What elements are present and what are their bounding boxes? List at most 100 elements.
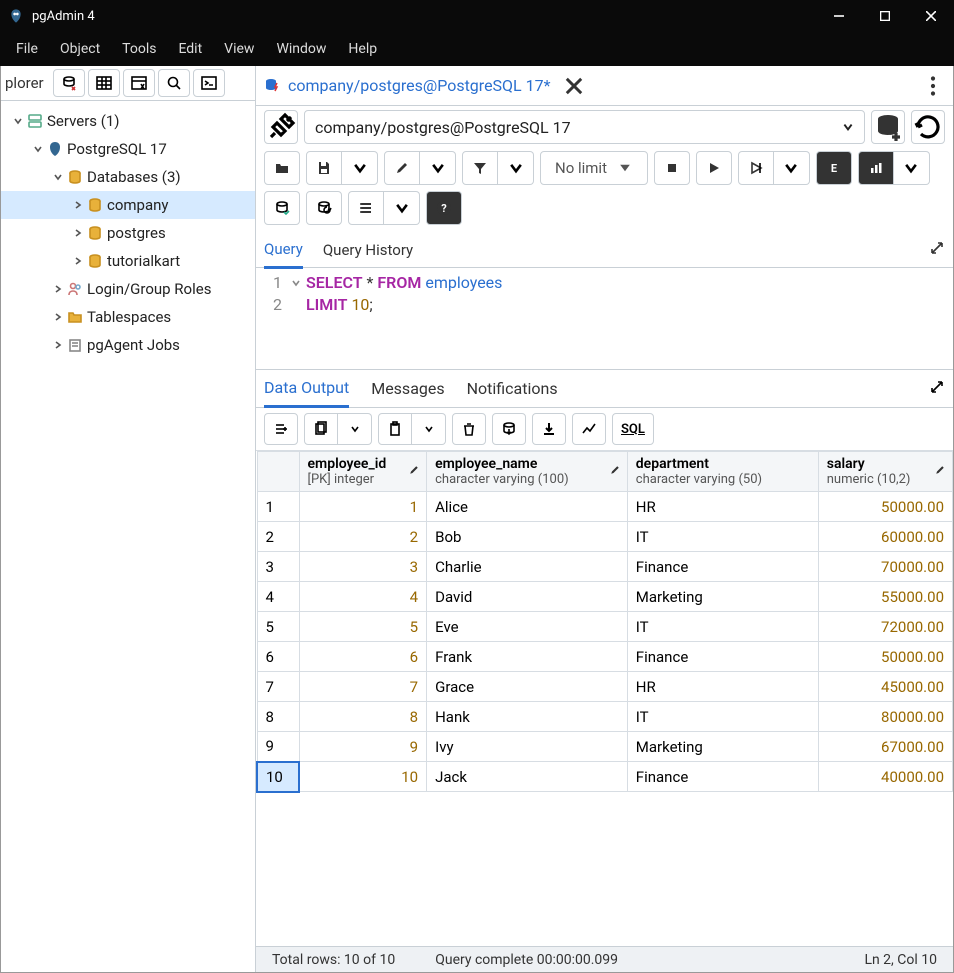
row-number[interactable]: 4 <box>257 582 299 612</box>
data-grid[interactable]: employee_id[PK] integer employee_namecha… <box>256 451 953 946</box>
cell-employee-name[interactable]: Eve <box>427 612 628 642</box>
corner-cell[interactable] <box>257 452 299 492</box>
save-button[interactable] <box>306 151 342 185</box>
paste-dropdown[interactable] <box>412 413 446 445</box>
tab-notifications[interactable]: Notifications <box>467 371 558 406</box>
cell-salary[interactable]: 67000.00 <box>818 732 952 762</box>
menu-object[interactable]: Object <box>50 37 110 61</box>
menu-help[interactable]: Help <box>338 37 387 61</box>
download-button[interactable] <box>532 413 566 445</box>
cell-employee-id[interactable]: 3 <box>299 552 427 582</box>
tab-query[interactable]: Query <box>264 232 303 269</box>
row-number[interactable]: 5 <box>257 612 299 642</box>
cell-department[interactable]: IT <box>627 612 818 642</box>
object-tree[interactable]: Servers (1) PostgreSQL 17 Databases (3) … <box>1 101 255 972</box>
save-dropdown[interactable] <box>342 151 378 185</box>
cell-salary[interactable]: 60000.00 <box>818 522 952 552</box>
expand-editor-button[interactable] <box>929 240 945 260</box>
cell-department[interactable]: Finance <box>627 552 818 582</box>
table-row[interactable]: 88HankIT80000.00 <box>257 702 953 732</box>
cell-salary[interactable]: 50000.00 <box>818 642 952 672</box>
table-row[interactable]: 22BobIT60000.00 <box>257 522 953 552</box>
col-department[interactable]: departmentcharacter varying (50) <box>627 452 818 492</box>
cell-employee-name[interactable]: Jack <box>427 762 628 792</box>
maximize-button[interactable] <box>862 0 908 32</box>
cell-employee-id[interactable]: 1 <box>299 492 427 522</box>
delete-row-button[interactable] <box>452 413 486 445</box>
row-number[interactable]: 1 <box>257 492 299 522</box>
tree-tablespaces[interactable]: Tablespaces <box>1 303 255 331</box>
chart-button[interactable] <box>858 151 894 185</box>
query-tool-button[interactable] <box>53 69 85 97</box>
pencil-icon[interactable] <box>934 464 946 480</box>
save-data-button[interactable] <box>492 413 526 445</box>
close-button[interactable] <box>908 0 954 32</box>
tree-postgresql[interactable]: PostgreSQL 17 <box>1 135 255 163</box>
col-salary[interactable]: salarynumeric (10,2) <box>818 452 952 492</box>
cell-employee-name[interactable]: Bob <box>427 522 628 552</box>
row-number[interactable]: 9 <box>257 732 299 762</box>
cell-department[interactable]: Finance <box>627 642 818 672</box>
col-employee-id[interactable]: employee_id[PK] integer <box>299 452 427 492</box>
filter-rows-button[interactable] <box>123 69 155 97</box>
copy-button[interactable] <box>304 413 338 445</box>
commit-button[interactable] <box>264 191 300 225</box>
cell-employee-name[interactable]: David <box>427 582 628 612</box>
cell-employee-id[interactable]: 6 <box>299 642 427 672</box>
tab-data-output[interactable]: Data Output <box>264 370 349 408</box>
chart-dropdown[interactable] <box>894 151 930 185</box>
cell-department[interactable]: IT <box>627 702 818 732</box>
rollback-button[interactable] <box>306 191 342 225</box>
row-number[interactable]: 3 <box>257 552 299 582</box>
cell-department[interactable]: HR <box>627 492 818 522</box>
menu-file[interactable]: File <box>6 37 48 61</box>
explain-analyze-button[interactable]: E <box>816 151 852 185</box>
reset-layout-button[interactable] <box>911 110 945 144</box>
search-objects-button[interactable] <box>158 69 190 97</box>
cell-salary[interactable]: 50000.00 <box>818 492 952 522</box>
tree-databases[interactable]: Databases (3) <box>1 163 255 191</box>
chevron-down-icon[interactable] <box>291 278 301 288</box>
cell-employee-name[interactable]: Grace <box>427 672 628 702</box>
menu-view[interactable]: View <box>214 37 264 61</box>
row-number[interactable]: 7 <box>257 672 299 702</box>
help-button[interactable]: ? <box>426 191 462 225</box>
table-row[interactable]: 33CharlieFinance70000.00 <box>257 552 953 582</box>
cell-employee-name[interactable]: Alice <box>427 492 628 522</box>
row-number[interactable]: 2 <box>257 522 299 552</box>
table-row[interactable]: 1010JackFinance40000.00 <box>257 762 953 792</box>
cell-salary[interactable]: 80000.00 <box>818 702 952 732</box>
cell-department[interactable]: Finance <box>627 762 818 792</box>
menu-window[interactable]: Window <box>266 37 336 61</box>
cell-department[interactable]: HR <box>627 672 818 702</box>
graph-visualizer-button[interactable] <box>572 413 606 445</box>
copy-dropdown[interactable] <box>338 413 372 445</box>
connection-status-button[interactable] <box>264 110 298 144</box>
sql-editor[interactable]: 1 2 SELECT * FROM employees LIMIT 10; <box>256 268 953 370</box>
menu-tools[interactable]: Tools <box>112 37 166 61</box>
cell-employee-id[interactable]: 5 <box>299 612 427 642</box>
tab-query-history[interactable]: Query History <box>323 233 413 267</box>
table-row[interactable]: 44DavidMarketing55000.00 <box>257 582 953 612</box>
stop-button[interactable] <box>654 151 690 185</box>
macros-dropdown[interactable] <box>384 191 420 225</box>
minimize-button[interactable] <box>816 0 862 32</box>
cell-employee-id[interactable]: 8 <box>299 702 427 732</box>
cell-employee-id[interactable]: 9 <box>299 732 427 762</box>
cell-salary[interactable]: 45000.00 <box>818 672 952 702</box>
connection-select[interactable]: company/postgres@PostgreSQL 17 <box>304 110 865 144</box>
tab-messages[interactable]: Messages <box>371 371 444 406</box>
filter-button[interactable] <box>462 151 498 185</box>
cell-employee-id[interactable]: 2 <box>299 522 427 552</box>
execute-button[interactable] <box>696 151 732 185</box>
tab-close-button[interactable] <box>565 77 583 95</box>
cell-employee-id[interactable]: 7 <box>299 672 427 702</box>
open-file-button[interactable] <box>264 151 300 185</box>
cell-salary[interactable]: 72000.00 <box>818 612 952 642</box>
cell-employee-name[interactable]: Hank <box>427 702 628 732</box>
cell-department[interactable]: Marketing <box>627 732 818 762</box>
explain-button[interactable] <box>738 151 774 185</box>
add-row-button[interactable] <box>264 413 298 445</box>
row-number[interactable]: 10 <box>257 762 299 792</box>
tree-db-tutorialkart[interactable]: tutorialkart <box>1 247 255 275</box>
